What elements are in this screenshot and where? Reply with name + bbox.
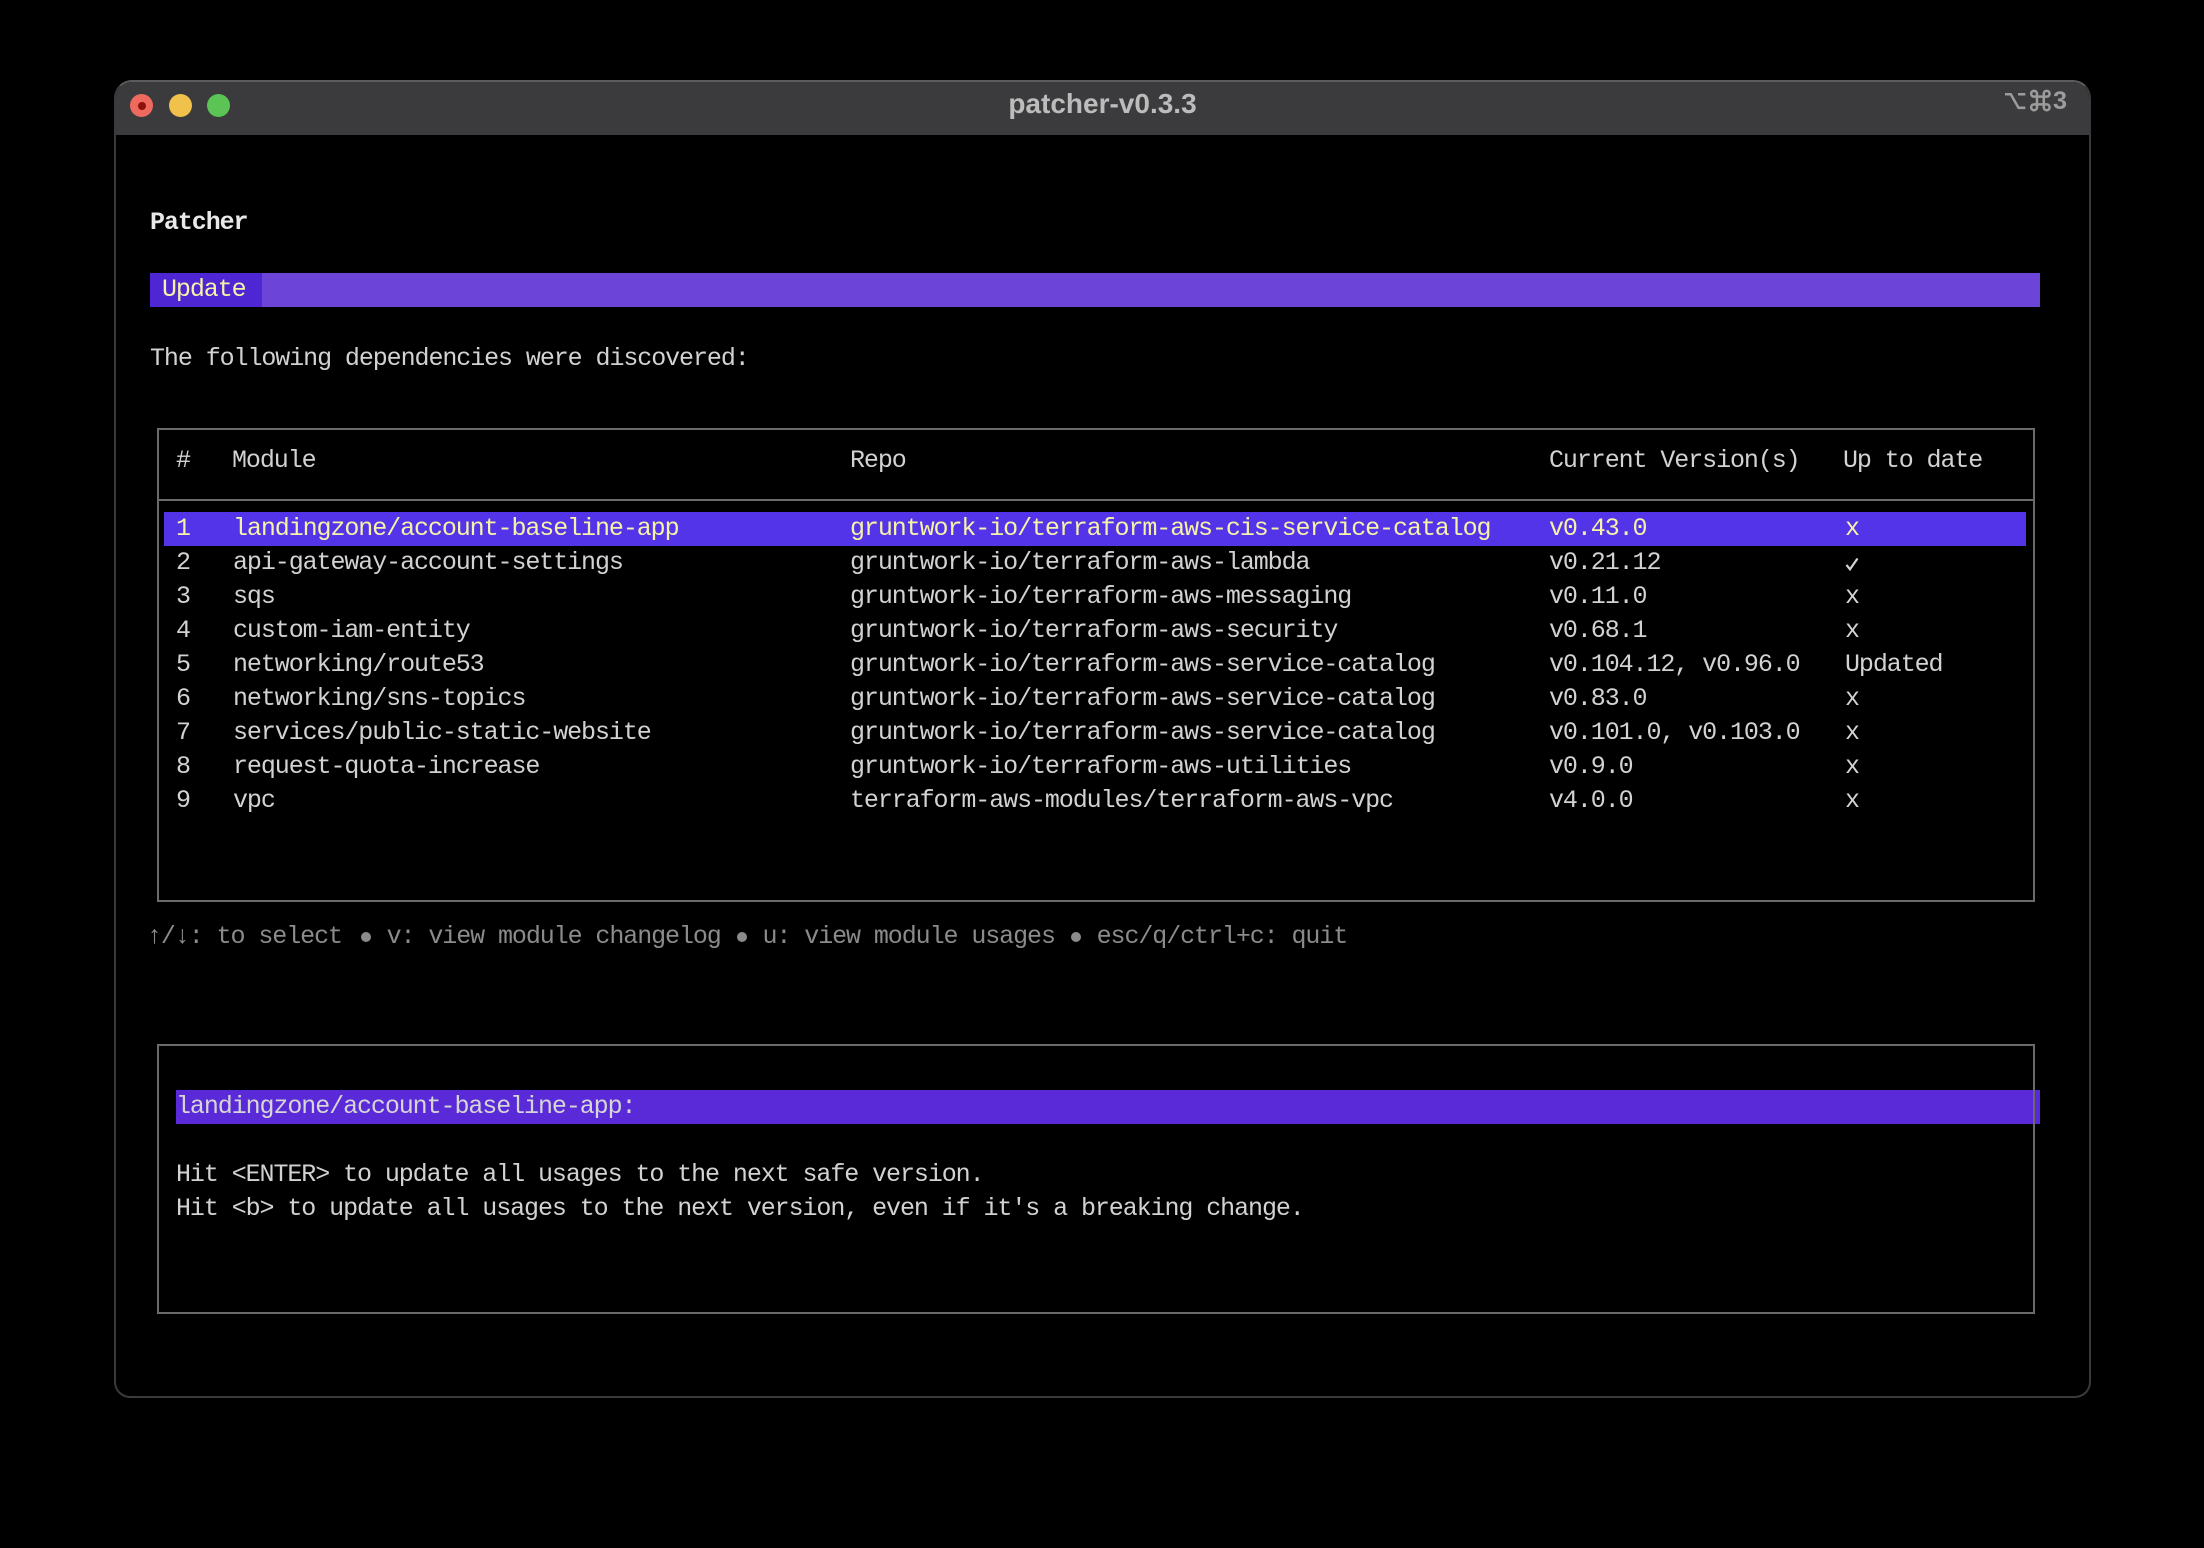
svg-text:3: 3 <box>2053 87 2067 115</box>
